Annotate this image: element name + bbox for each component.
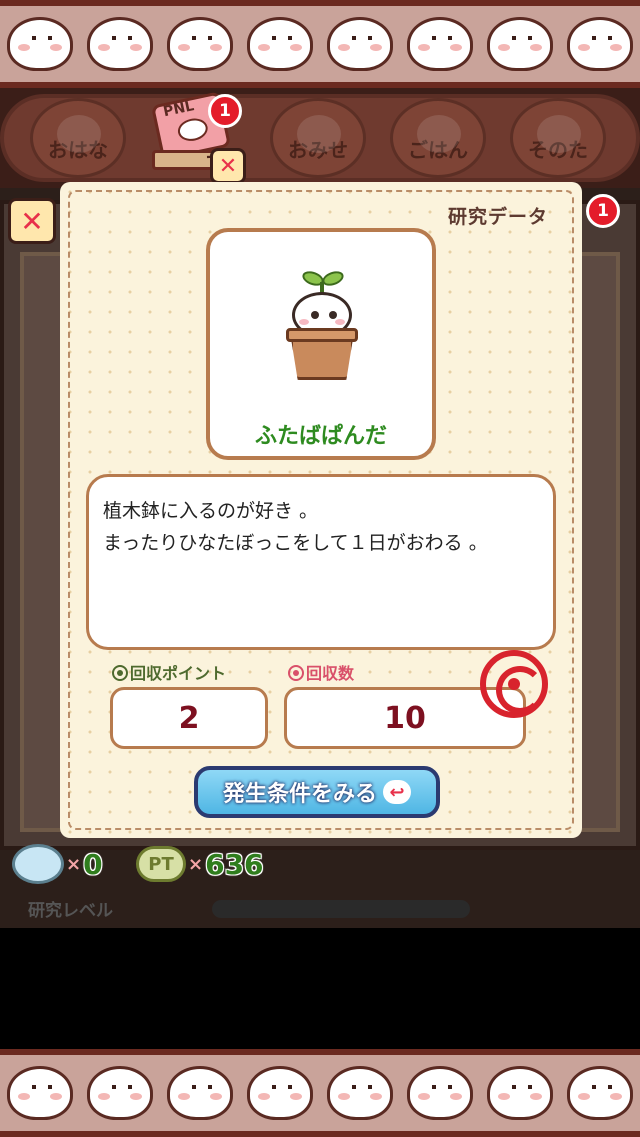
description-line: 植木鉢に入るのが好き 。 [103,500,319,522]
pt-icon: PT [136,846,186,882]
research-level-label: 研究レベル [28,901,113,921]
collect-count-label-text: 回収数 [306,664,355,683]
collect-points-label-text: 回収ポイント [130,664,227,683]
hamster-decor-icon [567,17,633,71]
stats-bar: × 0 PT × 636 [0,842,640,888]
tab-other[interactable]: そのた [510,98,606,178]
flower-icon [57,115,101,153]
collect-count-label: 回収数 [288,660,354,684]
panda-icon [537,115,581,153]
notification-badge: 1 [208,94,242,128]
close-button[interactable]: ✕ [8,198,56,244]
hamster-decor-icon [407,17,473,71]
tab-bar: おはな PNL ず 1 ✕ おみせ ごはん そのた [0,88,640,188]
hamster-decor-icon [7,17,73,71]
hamster-decor-icon [87,17,153,71]
food-icon [417,115,461,153]
multiplier-sign: × [66,853,82,875]
tab-close-icon[interactable]: ✕ [210,148,246,184]
hamster-decor-icon [487,1066,553,1120]
hamster-decor-icon [327,1066,393,1120]
return-arrow-icon: ↩ [383,780,411,804]
description-line: まったりひなたぼっこをして１日がおわる 。 [103,532,488,554]
research-level-bar [212,900,470,918]
view-conditions-button[interactable]: 発生条件をみる ↩ [194,766,440,818]
top-decor-band [0,0,640,88]
bird-count: 0 [83,847,103,881]
hamster-decor-icon [7,1066,73,1120]
hamster-decor-icon [247,17,313,71]
coin-icon [288,665,304,681]
hamster-decor-icon [407,1066,473,1120]
modal-title: 研究データ [447,206,548,228]
pt-stat: PT × 636 [136,842,264,886]
tab-shop[interactable]: おみせ [270,98,366,178]
character-portrait: ふたばぱんだ [206,228,436,460]
tab-food[interactable]: ごはん [390,98,486,178]
collect-points-label: 回収ポイント [112,660,226,684]
hamster-decor-icon [487,17,553,71]
background-notification-badge: 1 [586,194,620,228]
bird-stat: × 0 [12,842,103,886]
pt-count: 636 [205,847,264,881]
research-data-modal: 研究データ ふたばぱんだ 植木鉢に入るのが好き 。 まったりひなたぼっこをして１… [60,182,582,838]
coin-icon [112,665,128,681]
hamster-decor-icon [247,1066,313,1120]
sprout-panda-icon [286,268,358,380]
view-conditions-label: 発生条件をみる [222,782,377,807]
hamster-decor-icon [327,17,393,71]
tab-flowers[interactable]: おはな [30,98,126,178]
character-description: 植木鉢に入るのが好き 。 まったりひなたぼっこをして１日がおわる 。 [86,474,556,650]
swirl-stamp-icon [480,650,548,718]
bird-icon [12,844,64,884]
character-name: ふたばぱんだ [254,424,387,449]
hamster-decor-icon [167,1066,233,1120]
book-cover-text: PNL [161,98,196,121]
hamster-decor-icon [87,1066,153,1120]
multiplier-sign: × [188,853,204,875]
shop-icon [297,115,341,153]
tab-encyclopedia[interactable]: PNL ず 1 ✕ [150,91,246,184]
hamster-decor-icon [567,1066,633,1120]
bottom-decor-band [0,1049,640,1137]
hamster-decor-icon [167,17,233,71]
collect-points-value: 2 [110,687,268,749]
